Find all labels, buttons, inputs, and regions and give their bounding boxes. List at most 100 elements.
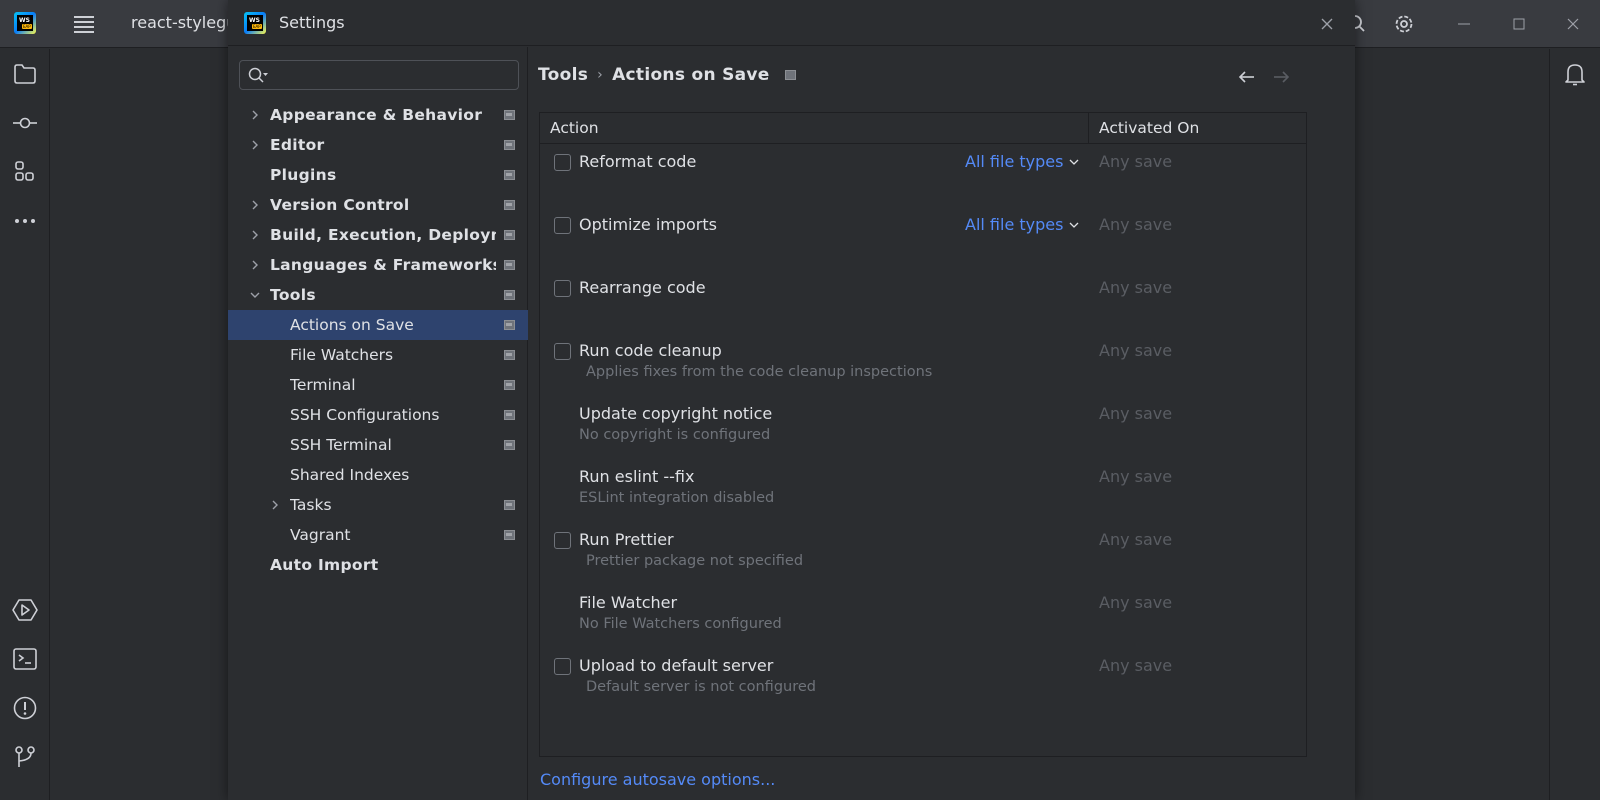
chevron-right-icon[interactable] (248, 258, 262, 272)
action-title[interactable]: Run Prettier (579, 530, 674, 549)
forward-button[interactable] (1269, 65, 1293, 89)
configure-autosave-link[interactable]: Configure autosave options... (540, 770, 775, 789)
nav-item-tools[interactable]: Tools (228, 280, 528, 310)
activated-on-value: Any save (1099, 215, 1173, 234)
nav-item-shared-indexes[interactable]: Shared Indexes (228, 460, 528, 490)
chevron-down-icon[interactable] (248, 288, 262, 302)
project-level-icon (504, 320, 515, 330)
chevron-right-icon[interactable] (248, 198, 262, 212)
action-title: File Watcher (579, 593, 678, 612)
activated-on-value: Any save (1099, 467, 1173, 486)
close-window-button[interactable] (1561, 12, 1585, 36)
action-checkbox[interactable] (554, 343, 571, 360)
file-types-label: All file types (965, 215, 1064, 234)
notifications-button[interactable] (1562, 61, 1588, 87)
nav-item-vagrant[interactable]: Vagrant (228, 520, 528, 550)
action-row: Run eslint --fix ESLint integration disab… (540, 459, 1306, 523)
column-header-activated-on[interactable]: Activated On (1089, 113, 1307, 144)
nav-item-label: SSH Configurations (290, 406, 440, 424)
commit-icon (13, 117, 37, 129)
services-tool-button[interactable] (12, 597, 38, 623)
nav-item-label: Languages & Frameworks (270, 256, 496, 274)
chevron-right-icon[interactable] (248, 108, 262, 122)
action-title[interactable]: Upload to default server (579, 656, 773, 675)
nav-item-ssh-terminal[interactable]: SSH Terminal (228, 430, 528, 460)
action-description: Prettier package not specified (586, 553, 804, 569)
problems-icon (13, 696, 37, 720)
activated-on-value: Any save (1099, 530, 1173, 549)
nav-item-label: Build, Execution, Deployment (270, 226, 496, 244)
project-level-icon (504, 290, 515, 300)
nav-item-label: Plugins (270, 166, 337, 184)
activated-on-value: Any save (1099, 656, 1173, 675)
breadcrumb-current: Actions on Save (612, 65, 770, 85)
nav-item-terminal[interactable]: Terminal (228, 370, 528, 400)
action-checkbox[interactable] (554, 658, 571, 675)
search-input[interactable] (274, 65, 514, 85)
nav-item-label: Editor (270, 136, 325, 154)
svg-text:WS: WS (19, 17, 30, 24)
column-header-action[interactable]: Action (540, 113, 1089, 144)
terminal-icon (13, 648, 37, 670)
action-row: Update copyright notice No copyright is c… (540, 396, 1306, 460)
nav-item-actions-on-save[interactable]: Actions on Save (228, 310, 528, 340)
action-description: Applies fixes from the code cleanup insp… (586, 364, 933, 380)
breadcrumb-separator: › (597, 67, 604, 83)
nav-item-label: Vagrant (290, 526, 351, 544)
close-dialog-button[interactable] (1315, 12, 1339, 36)
svg-text:WS: WS (249, 17, 260, 24)
svg-text:EAP: EAP (253, 24, 261, 29)
nav-item-label: Version Control (270, 196, 410, 214)
activated-on-value: Any save (1099, 152, 1173, 171)
settings-search[interactable] (239, 60, 519, 90)
activated-on-value: Any save (1099, 404, 1173, 423)
action-title[interactable]: Run code cleanup (579, 341, 722, 360)
more-icon (15, 219, 35, 223)
nav-item-label: Tools (270, 286, 316, 304)
minimize-button[interactable] (1452, 12, 1476, 36)
action-title[interactable]: Optimize imports (579, 215, 717, 234)
git-tool-button[interactable] (12, 744, 38, 770)
action-checkbox[interactable] (554, 154, 571, 171)
search-icon (248, 67, 268, 83)
chevron-right-icon[interactable] (248, 138, 262, 152)
settings-button[interactable] (1392, 12, 1416, 36)
more-tool-windows-button[interactable] (12, 208, 38, 234)
nav-item-editor[interactable]: Editor (228, 130, 528, 160)
back-button[interactable] (1235, 65, 1259, 89)
action-checkbox[interactable] (554, 217, 571, 234)
svg-text:EAP: EAP (23, 24, 31, 29)
nav-item-auto-import[interactable]: Auto Import (228, 550, 528, 580)
chevron-right-icon[interactable] (268, 498, 282, 512)
action-title[interactable]: Rearrange code (579, 278, 706, 297)
close-icon (1321, 18, 1333, 30)
nav-item-file-watchers[interactable]: File Watchers (228, 340, 528, 370)
nav-item-appearance-behavior[interactable]: Appearance & Behavior (228, 100, 528, 130)
file-types-dropdown[interactable]: All file types (965, 215, 1079, 234)
maximize-button[interactable] (1507, 12, 1531, 36)
main-menu-button[interactable] (72, 13, 96, 33)
file-types-dropdown[interactable]: All file types (965, 152, 1079, 171)
nav-item-plugins[interactable]: Plugins (228, 160, 528, 190)
project-tool-button[interactable] (12, 61, 38, 87)
project-level-icon (504, 410, 515, 420)
structure-tool-button[interactable] (12, 159, 38, 185)
problems-tool-button[interactable] (12, 695, 38, 721)
breadcrumb-parent[interactable]: Tools (538, 65, 588, 85)
action-row: File Watcher No File Watchers configured A… (540, 585, 1306, 649)
action-checkbox[interactable] (554, 280, 571, 297)
nav-item-ssh-configurations[interactable]: SSH Configurations (228, 400, 528, 430)
action-title[interactable]: Reformat code (579, 152, 696, 171)
nav-item-languages-frameworks[interactable]: Languages & Frameworks (228, 250, 528, 280)
nav-item-build-execution-deployment[interactable]: Build, Execution, Deployment (228, 220, 528, 250)
nav-item-label: Shared Indexes (290, 466, 410, 484)
nav-item-tasks[interactable]: Tasks (228, 490, 528, 520)
webstorm-logo-icon: WS EAP (13, 11, 37, 35)
action-checkbox[interactable] (554, 532, 571, 549)
action-row: Run code cleanup Applies fixes from the c… (540, 333, 1306, 397)
nav-item-version-control[interactable]: Version Control (228, 190, 528, 220)
commit-tool-button[interactable] (12, 110, 38, 136)
chevron-right-icon[interactable] (248, 228, 262, 242)
terminal-tool-button[interactable] (12, 646, 38, 672)
nav-item-label: Actions on Save (290, 316, 414, 334)
